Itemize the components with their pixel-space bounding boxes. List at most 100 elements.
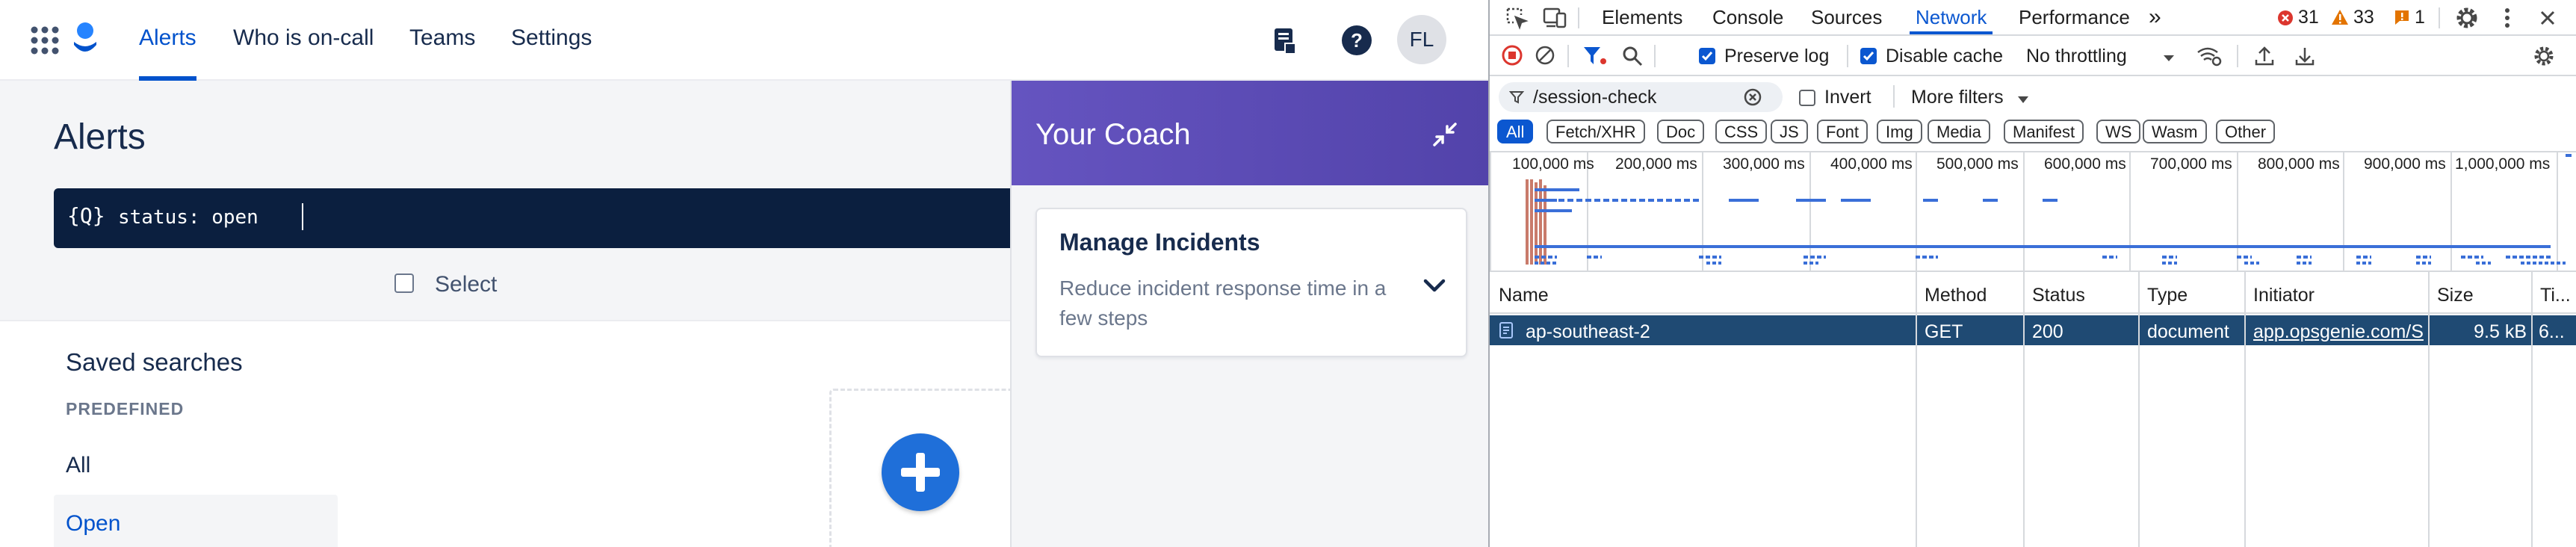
request-name[interactable]: ap-southeast-2 [1526,317,1907,347]
type-filter-doc[interactable]: Doc [1657,120,1705,143]
nav-settings[interactable]: Settings [511,0,592,81]
invert-checkbox[interactable] [1799,90,1815,106]
alert-search-bar[interactable]: {Q} status: open [54,188,1025,248]
filter-row: /session-check Invert More filters [1490,76,2576,117]
top-navigation: Alerts Who is on-call Teams Settings ? F… [0,0,1488,81]
type-filter-media[interactable]: Media [1928,120,1990,143]
saved-search-open[interactable]: Open [54,495,338,547]
requests-table [1490,272,2576,547]
toolbar-divider [2237,45,2238,67]
type-filter-other[interactable]: Other [2216,120,2276,143]
type-filter-wasm[interactable]: Wasm [2143,120,2207,143]
text-cursor [302,203,303,230]
filter-funnel-icon [1509,90,1524,105]
saved-search-all[interactable]: All [54,436,338,493]
notes-icon[interactable] [1269,24,1301,57]
nav-who-is-on-call[interactable]: Who is on-call [233,0,374,81]
type-filter-font[interactable]: Font [1817,120,1868,143]
column-header-initiator[interactable]: Initiator [2253,279,2315,312]
minimize-icon[interactable] [1431,121,1458,148]
warning-count: 33 [2353,7,2374,28]
column-header-status[interactable]: Status [2032,279,2085,312]
invert-label: Invert [1824,87,1871,108]
column-divider [2023,272,2025,547]
tab-elements[interactable]: Elements [1602,0,1682,34]
help-icon[interactable]: ? [1340,24,1373,57]
saved-search-label: All [66,453,91,478]
card-description: Reduce incident response time in a few s… [1059,276,1387,330]
error-count: 31 [2298,7,2319,28]
column-divider [2531,272,2533,547]
record-stop-icon[interactable] [1502,45,1523,66]
request-type: document [2147,321,2229,342]
tab-network[interactable]: Network [1909,0,1993,34]
filter-input[interactable]: /session-check [1533,87,1656,108]
add-button[interactable] [882,433,959,511]
inspect-element-icon[interactable] [1505,6,1529,30]
avatar[interactable]: FL [1397,15,1446,64]
tab-sources[interactable]: Sources [1811,0,1882,34]
opsgenie-logo-icon[interactable] [72,21,99,58]
clear-filter-icon[interactable] [1744,88,1762,106]
type-filter-manifest[interactable]: Manifest [2004,120,2084,143]
network-conditions-icon[interactable] [2196,45,2222,67]
devtools-panel: Elements Console Sources Network Perform… [1488,0,2576,547]
preserve-log-checkbox[interactable] [1699,48,1715,64]
info-count: 1 [2415,7,2425,28]
throttling-select[interactable]: No throttling [2026,46,2127,67]
network-settings-gear-icon[interactable] [2533,45,2555,67]
warning-icon[interactable] [2331,9,2349,25]
column-header-type[interactable]: Type [2147,279,2188,312]
type-filter-css[interactable]: CSS [1715,120,1768,143]
tab-performance[interactable]: Performance [2019,0,2130,34]
column-header-time[interactable]: Ti... [2540,279,2575,312]
disable-cache-label: Disable cache [1886,46,2004,67]
filter-icon[interactable] [1582,45,1608,67]
throttling-dropdown-icon[interactable] [2162,54,2176,63]
disable-cache-checkbox[interactable] [1860,48,1877,64]
error-icon[interactable] [2277,10,2294,26]
search-input[interactable]: status: open [118,206,258,229]
export-har-icon[interactable] [2294,45,2316,67]
tabbar-divider [2439,7,2440,28]
import-har-icon[interactable] [2253,45,2276,67]
column-divider [2244,272,2246,547]
device-toolbar-icon[interactable] [1542,6,1567,30]
timeline-tick: 700,000 ms [2150,155,2232,173]
saved-searches-title: Saved searches [66,348,243,376]
type-filter-fetch-xhr[interactable]: Fetch/XHR [1546,120,1645,143]
column-header-size[interactable]: Size [2437,279,2474,312]
coach-title: Your Coach [1035,118,1191,151]
type-filter-all[interactable]: All [1497,120,1534,143]
opsgenie-app: Alerts Who is on-call Teams Settings ? F… [0,0,1488,547]
type-filter-img[interactable]: Img [1877,120,1922,143]
close-devtools-icon[interactable] [2537,7,2558,28]
column-header-method[interactable]: Method [1925,279,1987,312]
more-filters-dropdown-icon[interactable] [2017,96,2029,104]
tab-console[interactable]: Console [1712,0,1783,34]
info-icon[interactable] [2394,9,2410,25]
kebab-menu-icon[interactable] [2503,6,2512,30]
filter-input-box[interactable]: /session-check [1499,82,1783,112]
request-size: 9.5 kB [2474,321,2527,342]
search-icon[interactable] [1621,45,1644,67]
app-switcher-icon[interactable] [30,25,60,55]
more-filters-button[interactable]: More filters [1911,87,2004,108]
settings-gear-icon[interactable] [2455,6,2479,30]
chevron-down-icon[interactable] [1421,272,1448,299]
nav-alerts[interactable]: Alerts [139,0,196,81]
select-all-checkbox[interactable] [394,274,414,293]
timeline-tick: 100,000 ms [1512,155,1594,173]
manage-incidents-card[interactable]: Manage Incidents Reduce incident respons… [1035,208,1467,357]
predefined-section-label: PREDEFINED [66,399,185,418]
nav-teams[interactable]: Teams [409,0,475,81]
column-divider [1916,272,1917,547]
timeline-tick: 1,000,000 ms [2455,155,2551,173]
request-initiator-link[interactable]: app.opsgenie.com/S [2253,317,2425,347]
column-header-name[interactable]: Name [1499,279,1549,312]
type-filter-ws[interactable]: WS [2096,120,2141,143]
type-filter-js[interactable]: JS [1771,120,1808,143]
clear-icon[interactable] [1535,45,1555,66]
more-tabs-button[interactable]: » [2149,0,2161,34]
preserve-log-label: Preserve log [1724,46,1830,67]
